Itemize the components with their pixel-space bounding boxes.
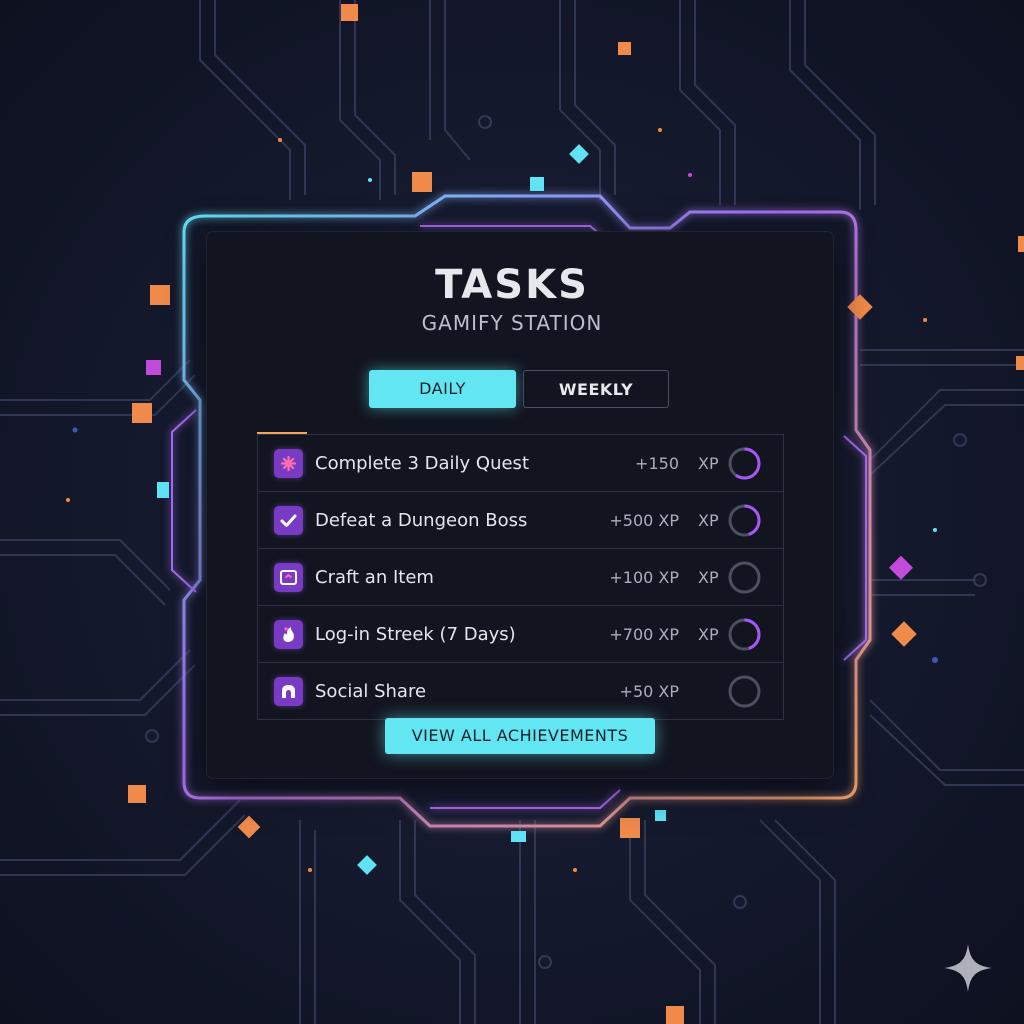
task-row[interactable]: Defeat a Dungeon Boss +500 XP XP	[258, 492, 783, 549]
task-xp: +700 XP	[609, 625, 679, 644]
task-xp-unit: XP	[698, 511, 719, 530]
task-xp: +500 XP	[609, 511, 679, 530]
task-xp-unit: XP	[698, 625, 719, 644]
progress-ring	[728, 675, 761, 708]
flame-icon	[274, 620, 303, 649]
task-row[interactable]: Social Share +50 XP	[258, 663, 783, 720]
task-list: Complete 3 Daily Quest +150 XP Defeat a …	[257, 434, 784, 720]
view-all-achievements-button[interactable]: VIEW ALL ACHIEVEMENTS	[385, 718, 655, 754]
checkmark-icon	[274, 506, 303, 535]
page-title: TASKS	[435, 262, 589, 308]
task-xp: +50 XP	[619, 682, 679, 701]
progress-ring	[728, 561, 761, 594]
page-subtitle: GAMIFY STATION	[421, 311, 603, 335]
task-row[interactable]: Log-in Streek (7 Days) +700 XP XP	[258, 606, 783, 663]
task-xp: +150	[635, 454, 679, 473]
task-label: Craft an Item	[315, 567, 434, 588]
crafting-screen-icon	[274, 563, 303, 592]
task-label: Social Share	[315, 681, 427, 702]
tab-weekly[interactable]: WEEKLY	[523, 370, 669, 408]
share-arch-icon	[274, 677, 303, 706]
task-label: Log-in Streek (7 Days)	[315, 624, 516, 645]
progress-ring	[728, 618, 761, 651]
task-xp-unit: XP	[698, 568, 719, 587]
tab-daily[interactable]: DAILY	[369, 370, 516, 408]
progress-ring	[728, 447, 761, 480]
task-label: Complete 3 Daily Quest	[315, 453, 529, 474]
sparkle-star-icon	[274, 449, 303, 478]
task-xp-unit: XP	[698, 454, 719, 473]
task-xp: +100 XP	[609, 568, 679, 587]
sparkle-icon	[944, 944, 992, 992]
task-label: Defeat a Dungeon Boss	[315, 510, 528, 531]
progress-ring	[728, 504, 761, 537]
task-row[interactable]: Craft an Item +100 XP XP	[258, 549, 783, 606]
task-row[interactable]: Complete 3 Daily Quest +150 XP	[258, 435, 783, 492]
